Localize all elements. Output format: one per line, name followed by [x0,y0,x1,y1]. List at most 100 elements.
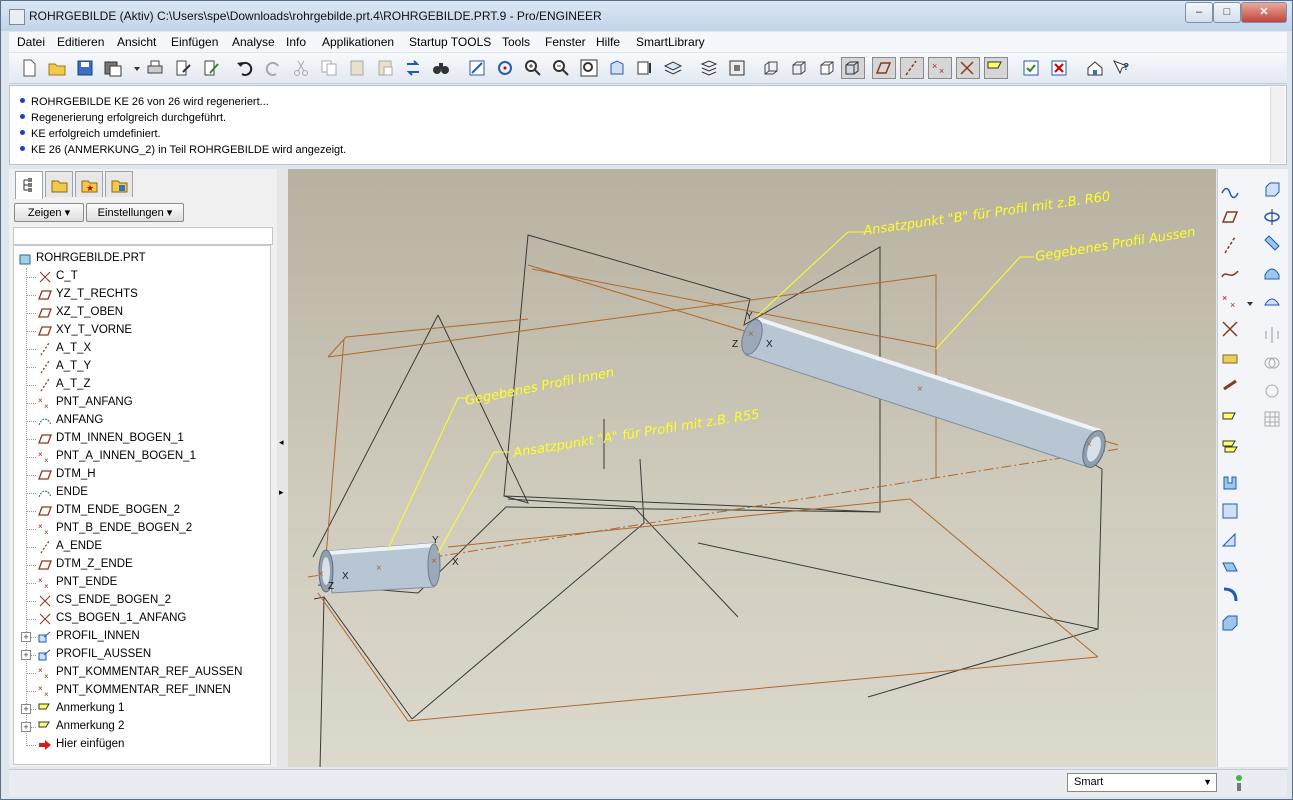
mirror-tool-icon[interactable] [1262,325,1282,345]
tree-item[interactable]: YZ_T_RECHTS [14,286,270,304]
tree-item[interactable]: PROFIL_AUSSEN + [14,646,270,664]
expand-right-icon[interactable]: ▸ [279,487,284,498]
tab-connections[interactable] [105,171,133,197]
chain-tool-icon[interactable] [1220,375,1240,395]
redo-icon[interactable] [263,58,283,78]
tree-item[interactable]: XZ_T_OBEN [14,304,270,322]
settings-dropdown-button[interactable]: Einstellungen ▾ [86,203,184,222]
paste-icon[interactable] [347,58,367,78]
regenerate-icon[interactable] [403,58,423,78]
tree-item[interactable]: A_ENDE [14,538,270,556]
home-icon[interactable] [1085,58,1105,78]
sketch-tool-icon[interactable] [1220,179,1240,199]
tree-item[interactable]: × × PNT_KOMMENTAR_REF_AUSSEN [14,664,270,682]
tree-item[interactable]: CS_BOGEN_1_ANFANG [14,610,270,628]
new-file-icon[interactable] [19,58,39,78]
close-window-icon[interactable] [1049,58,1069,78]
datum-planes-toggle-icon[interactable] [872,57,896,79]
expand-icon[interactable]: + [21,650,31,660]
blend-tool-icon[interactable] [1262,263,1282,283]
save-icon[interactable] [75,58,95,78]
tree-item[interactable]: Anmerkung 1 + [14,700,270,718]
close-button[interactable]: ✕ [1241,2,1287,23]
minimize-button[interactable]: – [1185,2,1213,23]
find-binoculars-icon[interactable] [431,58,451,78]
graphics-window[interactable]: × × × × × × X Y Z X Y Z X Ansatzpunkt "B… [288,169,1216,767]
saved-views-icon[interactable] [635,58,655,78]
extrude-tool-icon[interactable] [1262,179,1282,199]
menu-startup-tools[interactable]: Startup TOOLS [409,35,491,49]
tree-item[interactable]: CS_ENDE_BOGEN_2 [14,592,270,610]
tab-model-tree[interactable] [15,171,43,199]
rib-tool-icon[interactable] [1220,529,1240,549]
datum-curve-tool-icon[interactable] [1220,263,1240,283]
menu-ansicht[interactable]: Ansicht [117,35,156,49]
refit-icon[interactable] [579,58,599,78]
tree-item[interactable]: A_T_Z [14,376,270,394]
draft-tool-icon[interactable] [1220,557,1240,577]
menu-einfuegen[interactable]: Einfügen [171,35,218,49]
tree-item[interactable]: × × PNT_A_INNEN_BOGEN_1 [14,448,270,466]
note-multiple-tool-icon[interactable] [1220,437,1240,457]
selection-filter-dropdown[interactable]: Smart ▼ [1067,773,1217,792]
tree-item[interactable]: DTM_H [14,466,270,484]
analysis-tool-icon[interactable] [1220,347,1240,367]
tree-item[interactable]: Anmerkung 2 + [14,718,270,736]
context-help-icon[interactable]: ? [1111,58,1131,78]
csys-tool-icon[interactable] [1220,319,1240,339]
panel-splitter[interactable]: ◂ ▸ [278,169,288,767]
datum-plane-tool-icon[interactable] [1220,207,1240,227]
hole-tool-icon[interactable] [1220,473,1240,493]
paste-special-icon[interactable] [375,58,395,78]
print-icon[interactable] [145,58,165,78]
cut-icon[interactable] [291,58,311,78]
hidden-line-icon[interactable] [789,58,809,78]
tree-item[interactable]: Hier einfügen [14,736,270,754]
menu-smartlibrary[interactable]: SmartLibrary [636,35,705,49]
datum-points-toggle-icon[interactable]: × × [928,57,952,79]
zoom-in-icon[interactable] [523,58,543,78]
tree-item[interactable]: × × PNT_KOMMENTAR_REF_INNEN [14,682,270,700]
tab-folder-browser[interactable] [45,171,73,197]
tree-root[interactable]: ROHRGEBILDE.PRT [14,250,270,268]
view-manager-icon[interactable] [727,58,747,78]
wireframe-icon[interactable] [761,58,781,78]
undo-icon[interactable] [235,58,255,78]
regenerate-doc-icon[interactable] [201,58,221,78]
pattern-tool-icon[interactable] [1262,409,1282,429]
menu-applikationen[interactable]: Applikationen [322,35,394,49]
boundary-blend-tool-icon[interactable] [1262,291,1282,311]
save-copy-icon[interactable] [103,58,123,78]
tree-item[interactable]: PROFIL_INNEN + [14,628,270,646]
tree-item[interactable]: × × PNT_B_ENDE_BOGEN_2 [14,520,270,538]
layer-tree-icon[interactable] [699,58,719,78]
shading-icon[interactable] [841,57,865,79]
tree-item[interactable]: DTM_Z_ENDE [14,556,270,574]
expand-icon[interactable]: + [21,632,31,642]
layers-icon[interactable] [663,58,683,78]
annotations-toggle-icon[interactable] [984,57,1008,79]
menu-analyse[interactable]: Analyse [232,35,275,49]
tree-item[interactable]: XY_T_VORNE [14,322,270,340]
menu-datei[interactable]: Datei [17,35,45,49]
zoom-out-icon[interactable] [551,58,571,78]
tree-item[interactable]: ENDE [14,484,270,502]
menu-editieren[interactable]: Editieren [57,35,104,49]
checklist-icon[interactable] [1021,58,1041,78]
repaint-icon[interactable] [467,58,487,78]
datum-axis-tool-icon[interactable] [1220,235,1240,255]
tree-item[interactable]: × × PNT_ANFANG [14,394,270,412]
tree-item[interactable]: A_T_Y [14,358,270,376]
chamfer-tool-icon[interactable] [1220,613,1240,633]
expand-icon[interactable]: + [21,722,31,732]
edit-document-icon[interactable] [173,58,193,78]
menu-tools[interactable]: Tools [502,35,530,49]
tree-filter-field[interactable] [13,227,273,245]
show-dropdown-button[interactable]: Zeigen ▾ [14,203,84,222]
tree-item[interactable]: × × PNT_ENDE [14,574,270,592]
trim-tool-icon[interactable] [1262,381,1282,401]
collapse-left-icon[interactable]: ◂ [279,437,284,448]
datum-axes-toggle-icon[interactable] [900,57,924,79]
menu-info[interactable]: Info [286,35,306,49]
tree-item[interactable]: A_T_X [14,340,270,358]
